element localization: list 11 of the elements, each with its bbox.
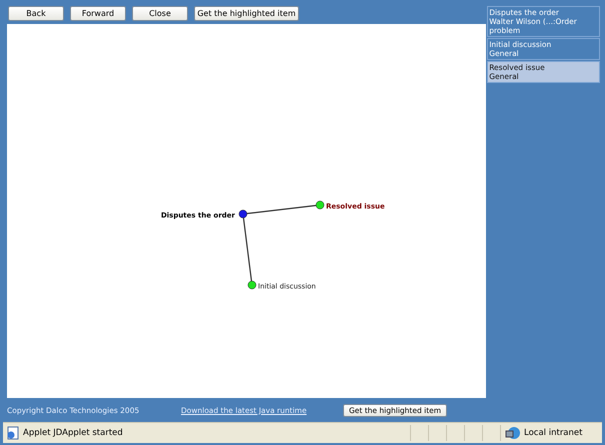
child-node[interactable] bbox=[248, 280, 256, 290]
page-icon bbox=[6, 426, 20, 440]
toolbar-button[interactable]: Close bbox=[132, 6, 188, 21]
toolbar-button[interactable]: Forward bbox=[70, 6, 126, 21]
root-node[interactable] bbox=[238, 210, 248, 218]
zone-text: Local intranet bbox=[524, 428, 582, 438]
toolbar-button[interactable]: Back bbox=[8, 6, 64, 21]
toolbar-button[interactable]: Get the highlighted item bbox=[194, 6, 299, 21]
status-message: Applet JDApplet started bbox=[23, 428, 124, 438]
network-icon bbox=[505, 426, 521, 440]
child-node[interactable] bbox=[316, 200, 324, 210]
